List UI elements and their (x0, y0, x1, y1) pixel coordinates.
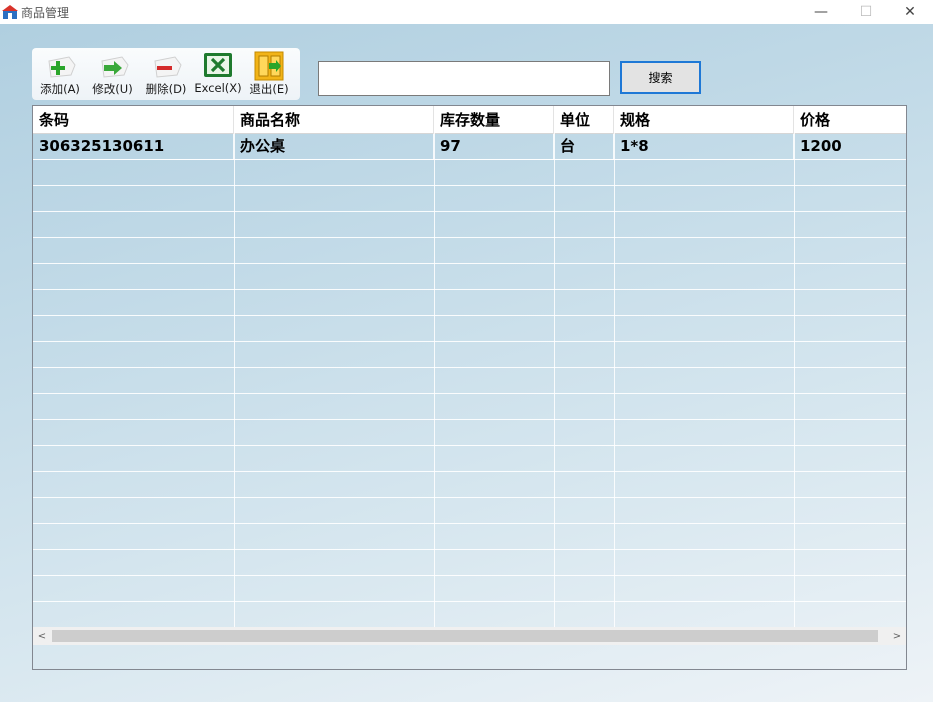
grid-line (33, 419, 906, 420)
add-button[interactable]: 添加(A) (35, 48, 85, 100)
toolbar: 添加(A) 修改(U) 删除(D) Excel(X) 退出(E) (32, 48, 300, 100)
edit-label: 修改(U) (92, 82, 133, 96)
grid-line (33, 263, 906, 264)
grid-line (33, 575, 906, 576)
scroll-track[interactable] (51, 627, 888, 645)
edit-icon (96, 51, 130, 81)
search-button[interactable]: 搜索 (620, 61, 701, 94)
grid-header-row: 条码 商品名称 库存数量 单位 规格 价格 (33, 106, 906, 134)
app-icon (2, 4, 18, 20)
grid-line (33, 185, 906, 186)
grid-line (33, 549, 906, 550)
cell-price[interactable]: 1200 (794, 134, 906, 159)
grid-body: 条码 商品名称 库存数量 单位 规格 价格 306325130611 办公桌 9… (33, 106, 906, 627)
cell-spec[interactable]: 1*8 (614, 134, 794, 159)
grid-column-line (614, 106, 615, 627)
grid-column-line (794, 106, 795, 627)
column-header-product-name[interactable]: 商品名称 (234, 106, 434, 134)
exit-door-icon (252, 51, 286, 81)
grid-line (33, 315, 906, 316)
cell-barcode[interactable]: 306325130611 (33, 134, 234, 159)
horizontal-scrollbar[interactable]: < > (33, 627, 906, 645)
title-bar: 商品管理 — ☐ ✕ (0, 0, 933, 24)
grid-line (33, 341, 906, 342)
delete-button[interactable]: 删除(D) (140, 48, 192, 100)
close-button[interactable]: ✕ (887, 0, 933, 24)
add-label: 添加(A) (40, 82, 80, 96)
grid-footer-area (33, 645, 906, 669)
delete-label: 删除(D) (145, 82, 187, 96)
grid-line (33, 471, 906, 472)
grid-line (33, 237, 906, 238)
cell-stock[interactable]: 97 (434, 134, 554, 159)
edit-button[interactable]: 修改(U) (85, 48, 140, 100)
grid-line (33, 393, 906, 394)
grid-column-line (434, 106, 435, 627)
grid-line (33, 523, 906, 524)
product-grid[interactable]: 条码 商品名称 库存数量 单位 规格 价格 306325130611 办公桌 9… (32, 105, 907, 670)
grid-line (33, 367, 906, 368)
grid-line (33, 289, 906, 290)
client-area: 添加(A) 修改(U) 删除(D) Excel(X) 退出(E) 搜索 条码 商… (0, 24, 933, 702)
window-title: 商品管理 (21, 5, 70, 20)
delete-icon (149, 51, 183, 81)
excel-button[interactable]: Excel(X) (192, 48, 244, 100)
cell-unit[interactable]: 台 (554, 134, 614, 159)
scroll-left-button[interactable]: < (33, 627, 51, 645)
grid-column-line (234, 106, 235, 627)
search-input[interactable] (318, 61, 610, 96)
excel-icon (201, 51, 235, 81)
table-row[interactable]: 306325130611 办公桌 97 台 1*8 1200 (33, 134, 906, 160)
column-header-price[interactable]: 价格 (794, 106, 906, 134)
exit-button[interactable]: 退出(E) (244, 48, 294, 100)
column-header-unit[interactable]: 单位 (554, 106, 614, 134)
grid-line (33, 601, 906, 602)
scroll-right-button[interactable]: > (888, 627, 906, 645)
add-icon (43, 51, 77, 81)
grid-empty-area (33, 160, 906, 627)
maximize-button[interactable]: ☐ (843, 0, 889, 24)
grid-line (33, 211, 906, 212)
cell-product-name[interactable]: 办公桌 (234, 134, 434, 159)
column-header-barcode[interactable]: 条码 (33, 106, 234, 134)
column-header-spec[interactable]: 规格 (614, 106, 794, 134)
minimize-button[interactable]: — (798, 0, 844, 24)
grid-line (33, 445, 906, 446)
grid-line (33, 497, 906, 498)
grid-column-line (554, 106, 555, 627)
exit-label: 退出(E) (249, 82, 289, 96)
scroll-thumb[interactable] (52, 630, 878, 642)
excel-label: Excel(X) (194, 81, 242, 95)
column-header-stock[interactable]: 库存数量 (434, 106, 554, 134)
